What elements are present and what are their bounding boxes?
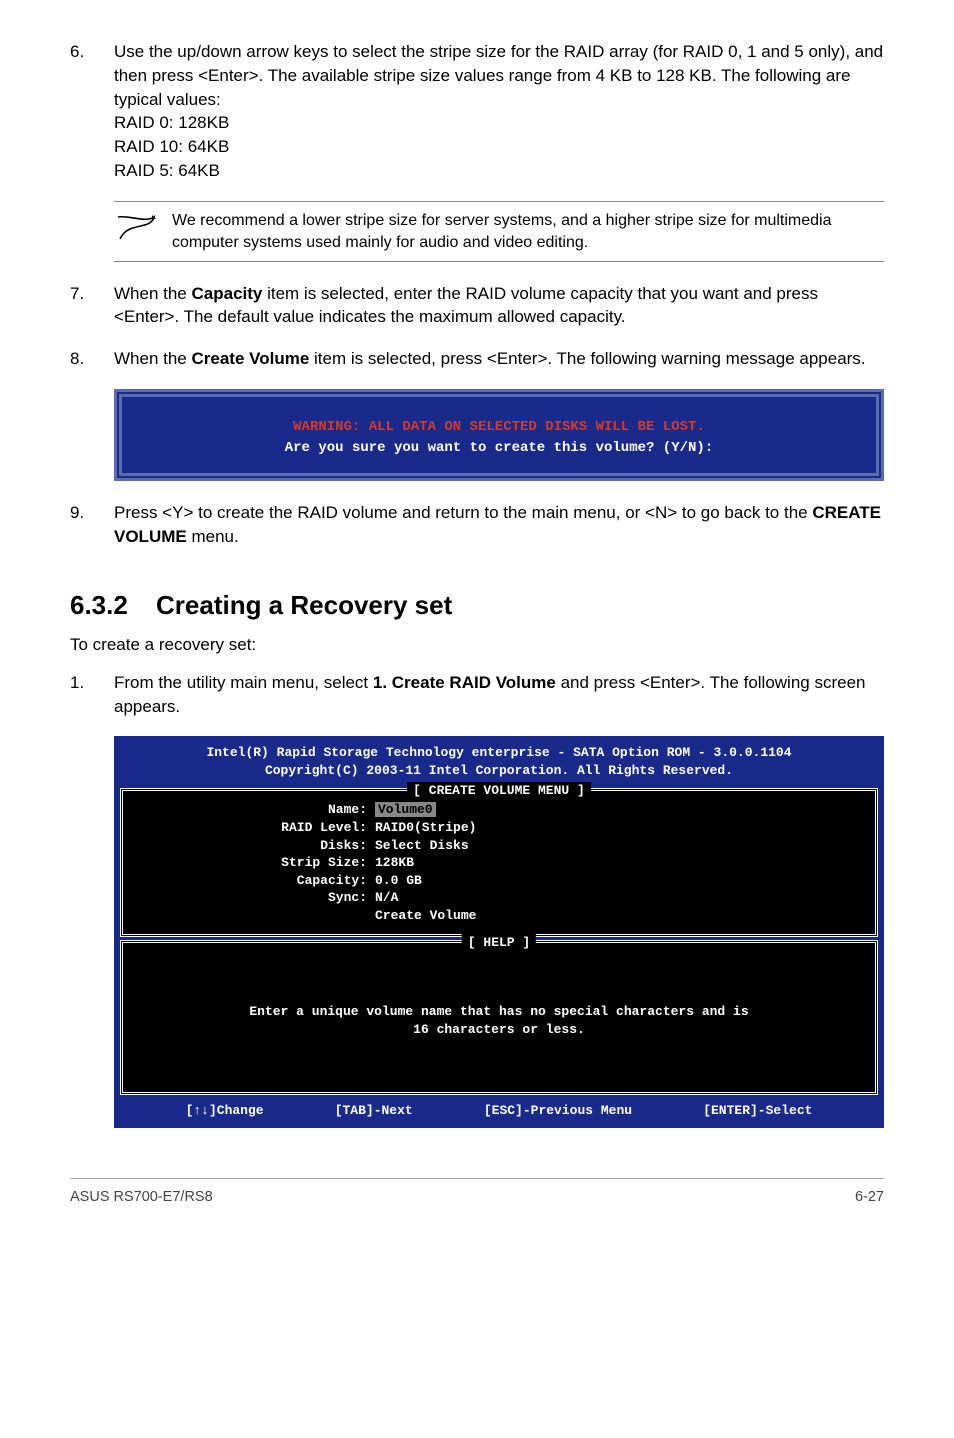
step-9-p1: Press <Y> to create the RAID volume and … bbox=[114, 503, 812, 522]
kv-disks-k: Disks: bbox=[137, 837, 375, 855]
step-number: 6. bbox=[70, 40, 114, 183]
step-number: 1. bbox=[70, 671, 114, 719]
panel-title-create: [ CREATE VOLUME MENU ] bbox=[407, 782, 591, 800]
kv-cap-k: Capacity: bbox=[137, 872, 375, 890]
step-6: 6. Use the up/down arrow keys to select … bbox=[70, 40, 884, 183]
step-9: 9. Press <Y> to create the RAID volume a… bbox=[70, 501, 884, 549]
footer-key-tab: [TAB]-Next bbox=[335, 1102, 413, 1120]
kv-name-k: Name: bbox=[137, 801, 375, 819]
s2-1-p1: From the utility main menu, select bbox=[114, 673, 373, 692]
bios-warning-box: WARNING: ALL DATA ON SELECTED DISKS WILL… bbox=[114, 389, 884, 481]
step-8: 8. When the Create Volume item is select… bbox=[70, 347, 884, 371]
kv-raid-k: RAID Level: bbox=[137, 819, 375, 837]
create-volume-panel: [ CREATE VOLUME MENU ] Name:Volume0 RAID… bbox=[120, 788, 878, 937]
footer-right: 6-27 bbox=[855, 1187, 884, 1207]
kv-disks-v: Select Disks bbox=[375, 837, 861, 855]
step-8-p2: item is selected, press <Enter>. The fol… bbox=[309, 349, 865, 368]
note-text: We recommend a lower stripe size for ser… bbox=[172, 210, 884, 255]
section-heading: 6.3.2 Creating a Recovery set bbox=[70, 587, 884, 623]
step-8-bold: Create Volume bbox=[192, 349, 310, 368]
step-7-bold: Capacity bbox=[192, 284, 263, 303]
step-number: 8. bbox=[70, 347, 114, 371]
step-6-line2: RAID 10: 64KB bbox=[114, 137, 229, 156]
step-7-p1: When the bbox=[114, 284, 192, 303]
step-8-p1: When the bbox=[114, 349, 192, 368]
kv-name-v: Volume0 bbox=[375, 802, 436, 817]
note-icon bbox=[114, 210, 158, 246]
step2-1: 1. From the utility main menu, select 1.… bbox=[70, 671, 884, 719]
intro-text: To create a recovery set: bbox=[70, 633, 884, 657]
footer-key-enter: [ENTER]-Select bbox=[703, 1102, 812, 1120]
footer-key-esc: [ESC]-Previous Menu bbox=[484, 1102, 632, 1120]
section-number: 6.3.2 bbox=[70, 587, 156, 623]
kv-create-v: Create Volume bbox=[375, 907, 861, 925]
bios-header-line1: Intel(R) Rapid Storage Technology enterp… bbox=[124, 744, 874, 762]
note-block: We recommend a lower stripe size for ser… bbox=[114, 201, 884, 262]
kv-sync-v: N/A bbox=[375, 889, 861, 907]
bios-screen: Intel(R) Rapid Storage Technology enterp… bbox=[114, 736, 884, 1128]
step-number: 7. bbox=[70, 282, 114, 330]
footer-left: ASUS RS700-E7/RS8 bbox=[70, 1187, 213, 1207]
kv-raid-v: RAID0(Stripe) bbox=[375, 819, 861, 837]
warning-prompt: Are you sure you want to create this vol… bbox=[138, 438, 860, 459]
kv-sync-k: Sync: bbox=[137, 889, 375, 907]
bios-header-line2: Copyright(C) 2003-11 Intel Corporation. … bbox=[124, 762, 874, 780]
s2-1-bold: 1. Create RAID Volume bbox=[373, 673, 556, 692]
panel-title-help: [ HELP ] bbox=[462, 934, 536, 952]
step-number: 9. bbox=[70, 501, 114, 549]
page-footer: ASUS RS700-E7/RS8 6-27 bbox=[70, 1178, 884, 1207]
help-line1: Enter a unique volume name that has no s… bbox=[147, 1003, 851, 1021]
kv-cap-v: 0.0 GB bbox=[375, 872, 861, 890]
warning-red-line: WARNING: ALL DATA ON SELECTED DISKS WILL… bbox=[138, 417, 860, 438]
help-panel: [ HELP ] Enter a unique volume name that… bbox=[120, 940, 878, 1095]
step-6-line1: RAID 0: 128KB bbox=[114, 113, 229, 132]
footer-key-change: [↑↓]Change bbox=[186, 1102, 264, 1120]
step-9-p2: menu. bbox=[187, 527, 239, 546]
step-6-text: Use the up/down arrow keys to select the… bbox=[114, 42, 883, 109]
help-line2: 16 characters or less. bbox=[147, 1021, 851, 1039]
section-title-text: Creating a Recovery set bbox=[156, 587, 452, 623]
step-7: 7. When the Capacity item is selected, e… bbox=[70, 282, 884, 330]
step-6-line3: RAID 5: 64KB bbox=[114, 161, 220, 180]
kv-strip-v: 128KB bbox=[375, 854, 861, 872]
kv-strip-k: Strip Size: bbox=[137, 854, 375, 872]
